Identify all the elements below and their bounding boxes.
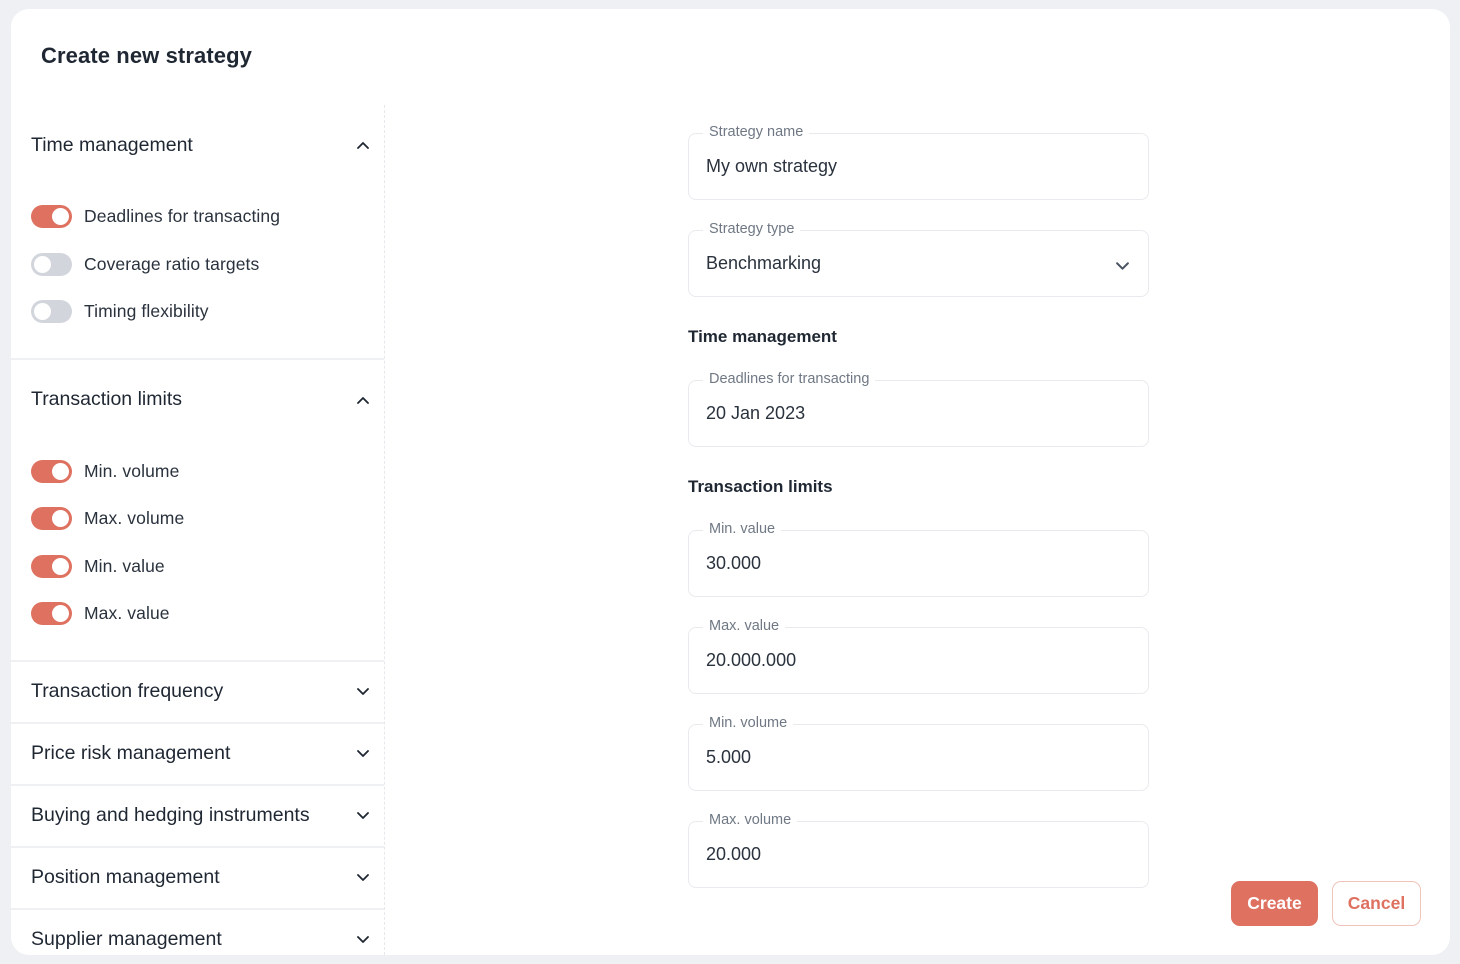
toggle-label: Deadlines for transacting <box>84 206 281 227</box>
field-label: Max. volume <box>703 812 798 828</box>
strategy-form: Strategy name My own strategy Strategy t… <box>688 124 1149 918</box>
chevron-down-icon[interactable] <box>356 685 370 699</box>
chevron-up-icon[interactable] <box>356 138 370 152</box>
toggle-switch-min-value[interactable] <box>31 554 72 578</box>
section-header-supplier-management[interactable]: Supplier management <box>11 910 384 956</box>
group-title-transaction-limits: Transaction limits <box>688 477 833 496</box>
chevron-down-icon[interactable] <box>1116 258 1130 270</box>
section-header-transaction-frequency[interactable]: Transaction frequency <box>11 662 384 722</box>
chevron-down-icon[interactable] <box>356 809 370 823</box>
toggle-switch-coverage[interactable] <box>31 252 72 276</box>
sidebar: Time management Deadlines for transactin… <box>11 105 385 955</box>
min-volume-field[interactable]: Min. volume 5.000 <box>688 715 1149 791</box>
toggle-row-max-value: Max. value <box>31 590 384 638</box>
field-label: Strategy type <box>703 221 801 237</box>
toggle-switch-deadlines[interactable] <box>31 205 72 229</box>
section-label: Position management <box>31 866 220 888</box>
chevron-up-icon[interactable] <box>356 393 370 407</box>
section-header-price-risk-management[interactable]: Price risk management <box>11 724 384 784</box>
deadlines-field[interactable]: Deadlines for transacting 20 Jan 2023 <box>688 371 1149 447</box>
section-label: Supplier management <box>31 928 222 950</box>
toggle-list: Deadlines for transacting Coverage ratio… <box>11 183 384 358</box>
toggle-label: Min. volume <box>84 460 180 481</box>
toggle-label: Max. volume <box>84 508 185 529</box>
toggle-switch-max-value[interactable] <box>31 602 72 626</box>
sidebar-section-time-management: Time management Deadlines for transactin… <box>11 105 384 360</box>
sidebar-section-price-risk-management: Price risk management <box>11 724 384 786</box>
toggle-switch-max-volume[interactable] <box>31 507 72 531</box>
toggle-switch-timing[interactable] <box>31 300 72 324</box>
field-label: Min. value <box>703 521 782 537</box>
strategy-type-value[interactable]: Benchmarking <box>706 253 821 274</box>
toggle-knob <box>34 303 51 321</box>
toggle-row-coverage: Coverage ratio targets <box>31 241 384 289</box>
section-label: Transaction limits <box>31 388 182 410</box>
toggle-knob <box>52 208 69 226</box>
sidebar-section-position-management: Position management <box>11 848 384 910</box>
section-label: Price risk management <box>31 742 231 764</box>
strategy-name-input[interactable]: My own strategy <box>706 156 837 177</box>
create-button[interactable]: Create <box>1231 881 1318 926</box>
max-value-input[interactable]: 20.000.000 <box>706 650 796 671</box>
deadlines-input[interactable]: 20 Jan 2023 <box>706 403 805 424</box>
toggle-row-max-volume: Max. volume <box>31 495 384 543</box>
toggle-knob <box>52 557 69 575</box>
max-value-field[interactable]: Max. value 20.000.000 <box>688 618 1149 694</box>
field-label: Strategy name <box>703 124 810 140</box>
toggle-knob <box>52 605 69 623</box>
sidebar-section-transaction-frequency: Transaction frequency <box>11 662 384 724</box>
toggle-row-deadlines: Deadlines for transacting <box>31 193 384 241</box>
cancel-button[interactable]: Cancel <box>1332 881 1421 926</box>
section-header-time-management[interactable]: Time management <box>11 105 384 183</box>
section-header-buying-hedging-instruments[interactable]: Buying and hedging instruments <box>11 786 384 846</box>
toggle-switch-min-volume[interactable] <box>31 459 72 483</box>
max-volume-input[interactable]: 20.000 <box>706 844 761 865</box>
section-header-position-management[interactable]: Position management <box>11 848 384 908</box>
min-value-input[interactable]: 30.000 <box>706 553 761 574</box>
section-label: Time management <box>31 133 193 156</box>
sidebar-section-transaction-limits: Transaction limits Min. volume Max. volu… <box>11 360 384 662</box>
group-title-time-management: Time management <box>688 327 837 346</box>
create-strategy-dialog: Create new strategy Time management Dead… <box>11 9 1450 955</box>
toggle-list: Min. volume Max. volume Min. value Max. … <box>11 438 384 660</box>
toggle-row-timing: Timing flexibility <box>31 288 384 336</box>
toggle-label: Max. value <box>84 603 170 624</box>
toggle-knob <box>34 255 51 273</box>
chevron-down-icon[interactable] <box>356 747 370 761</box>
strategy-name-field[interactable]: Strategy name My own strategy <box>688 124 1149 200</box>
toggle-row-min-value: Min. value <box>31 543 384 591</box>
sidebar-section-supplier-management: Supplier management <box>11 910 384 956</box>
sidebar-section-buying-hedging-instruments: Buying and hedging instruments <box>11 786 384 848</box>
field-label: Deadlines for transacting <box>703 371 876 387</box>
min-value-field[interactable]: Min. value 30.000 <box>688 521 1149 597</box>
toggle-row-min-volume: Min. volume <box>31 448 384 496</box>
chevron-down-icon[interactable] <box>356 871 370 885</box>
section-label: Transaction frequency <box>31 680 224 702</box>
min-volume-input[interactable]: 5.000 <box>706 747 751 768</box>
toggle-knob <box>52 462 69 480</box>
strategy-type-select[interactable]: Strategy type Benchmarking <box>688 221 1149 297</box>
section-label: Buying and hedging instruments <box>31 804 310 826</box>
max-volume-field[interactable]: Max. volume 20.000 <box>688 812 1149 888</box>
field-label: Max. value <box>703 618 786 634</box>
page-title: Create new strategy <box>41 43 252 68</box>
toggle-knob <box>52 510 69 528</box>
toggle-label: Min. value <box>84 555 165 576</box>
chevron-down-icon[interactable] <box>356 933 370 947</box>
toggle-label: Timing flexibility <box>84 301 209 322</box>
field-label: Min. volume <box>703 715 794 731</box>
toggle-label: Coverage ratio targets <box>84 253 260 274</box>
section-header-transaction-limits[interactable]: Transaction limits <box>11 360 384 438</box>
